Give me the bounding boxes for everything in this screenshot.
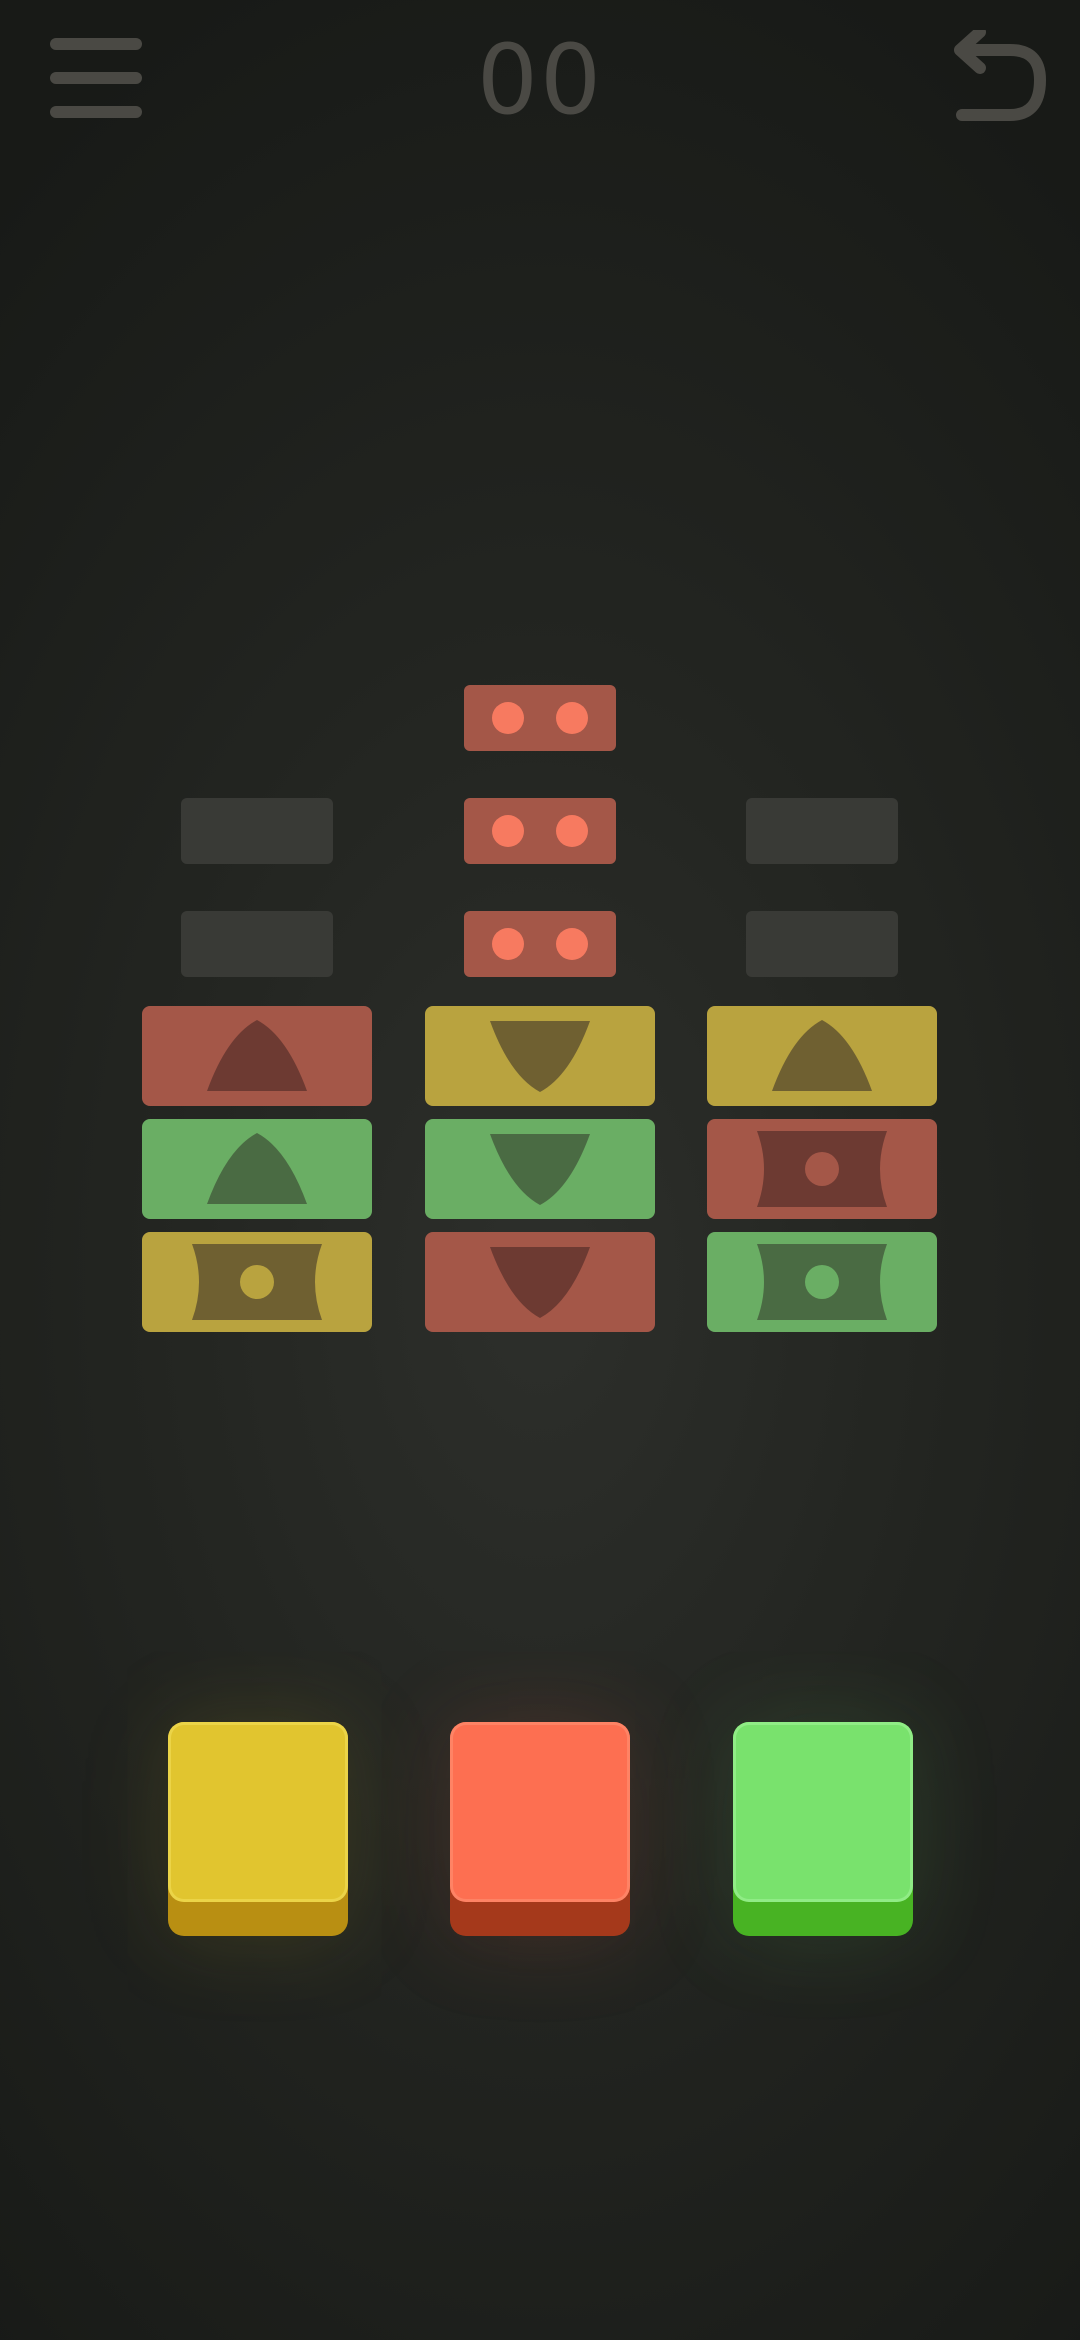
triangle-down-icon [490, 1247, 590, 1318]
button-face [450, 1722, 630, 1902]
triangle-up-icon [207, 1133, 307, 1204]
empty-slot [181, 911, 333, 977]
red-color-button[interactable] [450, 1722, 630, 1936]
queued-piece [464, 685, 616, 751]
game-board [0, 0, 1080, 2340]
empty-slot [181, 798, 333, 864]
pip-dot [556, 702, 588, 734]
triangle-down-icon [490, 1021, 590, 1092]
drum-dot-icon [192, 1244, 322, 1320]
puzzle-tile[interactable] [142, 1119, 372, 1219]
pip-dot [556, 815, 588, 847]
pip-dot [492, 815, 524, 847]
puzzle-tile[interactable] [142, 1006, 372, 1106]
puzzle-tile[interactable] [142, 1232, 372, 1332]
puzzle-tile[interactable] [425, 1006, 655, 1106]
puzzle-tile[interactable] [425, 1232, 655, 1332]
puzzle-tile[interactable] [707, 1232, 937, 1332]
puzzle-tile[interactable] [707, 1119, 937, 1219]
pip-dot [556, 928, 588, 960]
puzzle-tile[interactable] [707, 1006, 937, 1106]
green-color-button[interactable] [733, 1722, 913, 1936]
triangle-up-icon [207, 1020, 307, 1091]
button-face [168, 1722, 348, 1902]
queued-piece [464, 798, 616, 864]
puzzle-tile[interactable] [425, 1119, 655, 1219]
pip-dot [492, 928, 524, 960]
button-face [733, 1722, 913, 1902]
triangle-down-icon [490, 1134, 590, 1205]
empty-slot [746, 798, 898, 864]
drum-dot-icon [757, 1131, 887, 1207]
yellow-color-button[interactable] [168, 1722, 348, 1936]
empty-slot [746, 911, 898, 977]
drum-dot-icon [757, 1244, 887, 1320]
triangle-up-icon [772, 1020, 872, 1091]
pip-dot [492, 702, 524, 734]
queued-piece [464, 911, 616, 977]
